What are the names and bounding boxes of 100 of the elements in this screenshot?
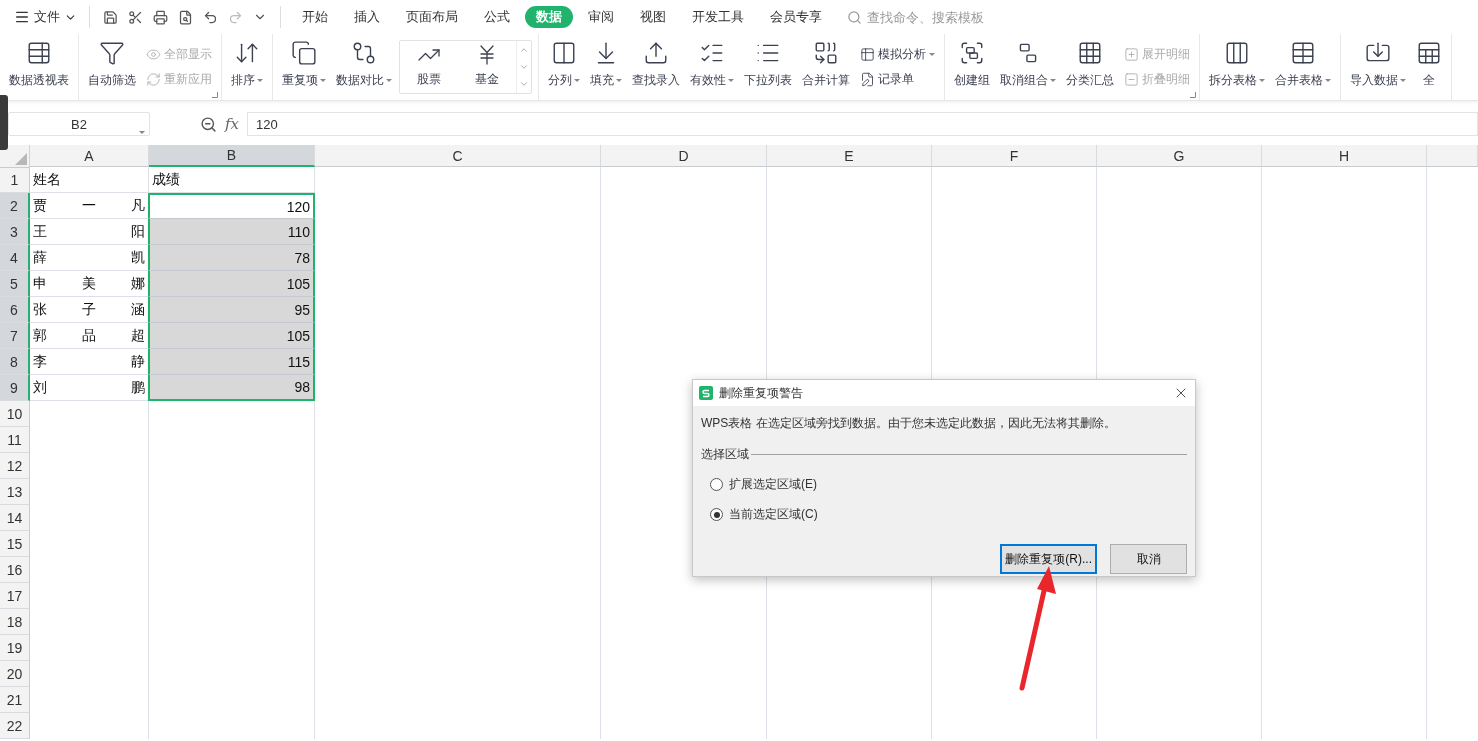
column-header[interactable]: H: [1262, 145, 1427, 167]
ribbon-button[interactable]: 导入数据: [1345, 36, 1411, 98]
row-header[interactable]: 4: [0, 245, 30, 271]
column-header[interactable]: F: [932, 145, 1097, 167]
row-header[interactable]: 8: [0, 349, 30, 375]
ribbon-small-button[interactable]: 记录单: [860, 71, 935, 88]
dialog-button[interactable]: 取消: [1110, 544, 1187, 574]
column-header[interactable]: A: [30, 145, 149, 167]
ribbon-button[interactable]: 重复项: [277, 36, 331, 98]
fx-label[interactable]: fx: [225, 115, 239, 133]
row-header[interactable]: 18: [0, 609, 30, 635]
caret-icon: [257, 79, 263, 82]
gallery-item[interactable]: 基金: [458, 41, 516, 93]
side-handle[interactable]: [0, 95, 8, 150]
printer-icon[interactable]: [153, 9, 168, 25]
row-header[interactable]: 16: [0, 557, 30, 583]
radio-button[interactable]: [710, 508, 723, 521]
ribbon-button[interactable]: 分类汇总: [1061, 36, 1119, 98]
row-header[interactable]: 17: [0, 583, 30, 609]
gallery-item[interactable]: 股票: [400, 41, 458, 93]
row-header[interactable]: 5: [0, 271, 30, 297]
ribbon-button[interactable]: 有效性: [685, 36, 739, 98]
menu-tab[interactable]: 页面布局: [395, 6, 469, 28]
collapse-icon: [1124, 72, 1139, 87]
group-label: 选择区域: [701, 446, 749, 463]
row-header[interactable]: 19: [0, 635, 30, 661]
menu-tab[interactable]: 插入: [343, 6, 391, 28]
column-header[interactable]: E: [767, 145, 932, 167]
launcher-icon[interactable]: [212, 92, 218, 98]
radio-button[interactable]: [710, 478, 723, 491]
column-header[interactable]: G: [1097, 145, 1262, 167]
ribbon-button[interactable]: 下拉列表: [739, 36, 797, 98]
column-header[interactable]: C: [315, 145, 601, 167]
menu-tab[interactable]: 开始: [291, 6, 339, 28]
radio-label[interactable]: 当前选定区域(C): [729, 506, 818, 523]
row-header[interactable]: 21: [0, 687, 30, 713]
ribbon-button[interactable]: 数据透视表: [4, 36, 74, 98]
row-header[interactable]: 7: [0, 323, 30, 349]
ribbon-button[interactable]: 排序: [226, 36, 268, 98]
expand-icon: [1124, 47, 1139, 62]
menu-tab[interactable]: 会员专享: [759, 6, 833, 28]
split-table-icon: [1224, 40, 1250, 66]
scissors-icon[interactable]: [128, 9, 143, 25]
zoom-icon[interactable]: [200, 115, 217, 133]
row-header[interactable]: 22: [0, 713, 30, 739]
radio-label[interactable]: 扩展选定区域(E): [729, 476, 817, 493]
ribbon-button[interactable]: 合并表格: [1270, 36, 1336, 98]
print-preview-icon[interactable]: [178, 9, 193, 25]
caret-icon: [320, 79, 326, 82]
row-header[interactable]: 15: [0, 531, 30, 557]
filter-icon: [99, 40, 125, 66]
row-header[interactable]: 13: [0, 479, 30, 505]
ribbon-button[interactable]: 合并计算: [797, 36, 855, 98]
ribbon-button[interactable]: 填充: [585, 36, 627, 98]
column-header[interactable]: B: [149, 145, 315, 167]
table-icon: [1290, 40, 1316, 66]
save-icon[interactable]: [103, 9, 118, 25]
dialog-button[interactable]: 删除重复项(R)...: [1000, 544, 1097, 574]
pivot-table-icon: [26, 40, 52, 66]
launcher-icon[interactable]: [1190, 92, 1196, 98]
search-field[interactable]: 查找命令、搜索模板: [865, 8, 999, 26]
search-icon: [847, 9, 862, 25]
menu-tab[interactable]: 视图: [629, 6, 677, 28]
row-header[interactable]: 20: [0, 661, 30, 687]
row-header[interactable]: 14: [0, 505, 30, 531]
file-menu[interactable]: 文件: [10, 8, 81, 26]
caret-icon: [1400, 79, 1406, 82]
ribbon-button[interactable]: 分列: [543, 36, 585, 98]
caret-icon: [574, 79, 580, 82]
menu-tab[interactable]: 开发工具: [681, 6, 755, 28]
ribbon-button[interactable]: 拆分表格: [1204, 36, 1270, 98]
ribbon-small-button[interactable]: 模拟分析: [860, 46, 935, 63]
sheet-icon: [1416, 40, 1442, 66]
table-cell: 120: [148, 193, 315, 219]
row-header[interactable]: 9: [0, 375, 30, 401]
formula-field[interactable]: 120: [247, 112, 1478, 136]
row-header[interactable]: 1: [0, 167, 30, 193]
ribbon-button[interactable]: 查找录入: [627, 36, 685, 98]
combine-icon: [813, 40, 839, 66]
column-header[interactable]: D: [601, 145, 767, 167]
grid-icon: [1077, 40, 1103, 66]
ribbon-button[interactable]: 取消组合: [995, 36, 1061, 98]
row-header[interactable]: 12: [0, 453, 30, 479]
menu-tab[interactable]: 公式: [473, 6, 521, 28]
select-all-corner[interactable]: [0, 145, 30, 168]
row-header[interactable]: 6: [0, 297, 30, 323]
row-header[interactable]: 2: [0, 193, 30, 219]
ribbon-button[interactable]: 创建组: [949, 36, 995, 98]
row-header[interactable]: 11: [0, 427, 30, 453]
ribbon-button[interactable]: 数据对比: [331, 36, 397, 98]
caret-icon: [728, 79, 734, 82]
caret-icon: [929, 53, 935, 56]
name-box[interactable]: B2: [8, 112, 150, 136]
menu-tab[interactable]: 审阅: [577, 6, 625, 28]
undo-icon[interactable]: [203, 9, 218, 25]
row-header[interactable]: 3: [0, 219, 30, 245]
row-header[interactable]: 10: [0, 401, 30, 427]
ribbon-button[interactable]: 自动筛选: [83, 36, 141, 98]
ribbon-button[interactable]: 全: [1411, 36, 1447, 98]
compare-icon: [351, 40, 377, 66]
